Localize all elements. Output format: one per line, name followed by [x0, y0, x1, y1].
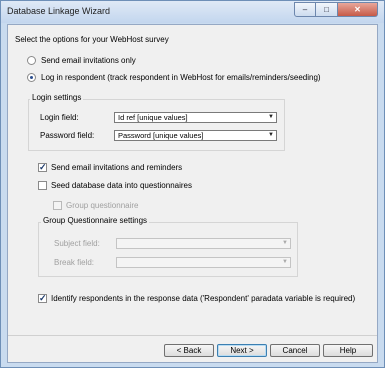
wizard-body: Select the options for your WebHost surv…	[7, 24, 378, 363]
break-field-label: Break field:	[54, 258, 95, 267]
login-respondent-radio[interactable]	[27, 73, 36, 82]
maximize-icon: □	[324, 5, 329, 14]
close-button[interactable]: ✕	[338, 2, 378, 17]
next-button[interactable]: Next >	[217, 344, 267, 357]
help-button[interactable]: Help	[323, 344, 373, 357]
password-field-value: Password [unique values]	[118, 131, 204, 140]
window-title: Database Linkage Wizard	[7, 6, 111, 16]
send-email-checkbox[interactable]	[38, 162, 47, 173]
maximize-button[interactable]: □	[316, 2, 338, 17]
identify-respondents-label[interactable]: Identify respondents in the response dat…	[51, 294, 355, 303]
minimize-icon: –	[302, 5, 308, 14]
break-field-select[interactable]: ▼	[116, 257, 291, 268]
chevron-down-icon: ▼	[282, 259, 288, 265]
chevron-down-icon: ▼	[282, 240, 288, 246]
login-settings-group	[28, 99, 285, 151]
seed-db-label[interactable]: Seed database data into questionnaires	[51, 181, 192, 190]
seed-db-checkbox[interactable]	[38, 181, 47, 190]
cancel-button[interactable]: Cancel	[270, 344, 320, 357]
login-settings-title: Login settings	[30, 93, 84, 102]
login-field-value: Id ref [unique values]	[118, 113, 188, 122]
chevron-down-icon: ▼	[268, 132, 274, 138]
options-heading: Select the options for your WebHost surv…	[15, 35, 169, 44]
back-button[interactable]: < Back	[164, 344, 214, 357]
password-field-select[interactable]: Password [unique values] ▼	[114, 130, 277, 141]
send-only-radio[interactable]	[27, 56, 36, 65]
password-field-label: Password field:	[40, 131, 95, 140]
subject-field-label: Subject field:	[54, 239, 100, 248]
title-bar: Database Linkage Wizard – □ ✕	[1, 1, 384, 23]
login-field-label: Login field:	[40, 113, 79, 122]
window-controls: – □ ✕	[294, 2, 378, 18]
group-settings-group	[38, 222, 298, 277]
identify-respondents-checkbox[interactable]	[38, 293, 47, 304]
send-email-label[interactable]: Send email invitations and reminders	[51, 163, 182, 172]
button-divider	[8, 335, 377, 336]
login-respondent-label[interactable]: Log in respondent (track respondent in W…	[41, 73, 321, 82]
send-only-label[interactable]: Send email invitations only	[41, 56, 136, 65]
subject-field-select[interactable]: ▼	[116, 238, 291, 249]
group-settings-title: Group Questionnaire settings	[41, 216, 150, 225]
minimize-button[interactable]: –	[294, 2, 316, 17]
close-icon: ✕	[354, 5, 361, 14]
group-questionnaire-checkbox[interactable]	[53, 201, 62, 210]
group-questionnaire-label: Group questionnaire	[66, 201, 139, 210]
wizard-window: Database Linkage Wizard – □ ✕ Select the…	[0, 0, 385, 368]
login-field-select[interactable]: Id ref [unique values] ▼	[114, 112, 277, 123]
chevron-down-icon: ▼	[268, 114, 274, 120]
